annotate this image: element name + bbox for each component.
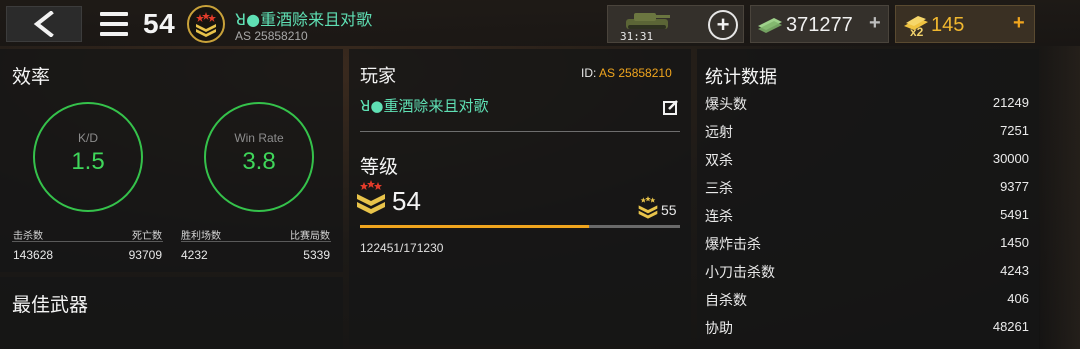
deaths-value: 93709 [128, 248, 162, 262]
matches-value: 5339 [303, 248, 330, 262]
divider [181, 241, 331, 242]
efficiency-title: 效率 [12, 67, 51, 88]
wins-label: 胜利场数 [181, 231, 221, 242]
stat-name: 双杀 [705, 152, 733, 168]
winrate-ring: Win Rate 3.8 [204, 102, 314, 212]
stat-name: 协助 [705, 320, 733, 336]
winrate-value: 3.8 [242, 148, 276, 175]
stat-name: 连杀 [705, 208, 733, 224]
kd-ring: K/D 1.5 [33, 102, 143, 212]
gold-multiplier: x2 [910, 25, 924, 39]
current-level: 54 [392, 186, 421, 216]
plus-circle-icon: + [716, 12, 730, 37]
stat-row: 双杀 30000 [705, 150, 1029, 172]
cash-amount: 371277 [786, 14, 853, 36]
wins-value: 4232 [181, 248, 208, 262]
stat-row: 小刀击杀数 4243 [705, 262, 1029, 284]
xp-text: 122451/171230 [360, 241, 444, 255]
edge-shade [1040, 46, 1080, 349]
stat-row: 三杀 9377 [705, 178, 1029, 200]
player-id: AS 25858210 [235, 29, 308, 43]
rank-icon [357, 180, 385, 214]
stat-value: 21249 [992, 95, 1029, 110]
stat-row: 爆炸击杀 1450 [705, 234, 1029, 256]
best-weapons-title: 最佳武器 [12, 295, 89, 316]
stat-value: 1450 [1000, 235, 1029, 250]
stat-name: 三杀 [705, 180, 733, 196]
cash-currency[interactable]: 371277 + [750, 5, 889, 43]
efficiency-panel: 效率 K/D 1.5 Win Rate 3.8 击杀数 死亡数 143628 9… [0, 49, 343, 272]
kd-value: 1.5 [71, 148, 105, 175]
add-gold-button[interactable]: + [1013, 12, 1025, 35]
gold-amount: 145 [931, 14, 965, 36]
cash-icon [758, 18, 782, 33]
stat-row: 自杀数 406 [705, 290, 1029, 312]
matches-label: 比赛局数 [290, 231, 330, 242]
xp-bar-fill [360, 225, 589, 228]
back-button[interactable] [6, 6, 82, 42]
stat-value: 7251 [1000, 123, 1029, 138]
id-label: ID: [581, 66, 597, 80]
player-id-row: ID: AS 25858210 [581, 66, 672, 80]
player-name-label: ꓤ●重酒赊来且对歌 [360, 97, 489, 115]
player-level: 54 [143, 8, 176, 39]
top-bar: 54 ꓤ●重酒赊来且对歌 AS 25858210 31:31 + 371277 … [0, 0, 1080, 46]
stat-row: 协助 48261 [705, 318, 1029, 340]
vehicle-timer: 31:31 [620, 30, 654, 43]
stat-row: 爆头数 21249 [705, 94, 1029, 116]
hamburger-menu-icon[interactable] [98, 9, 130, 39]
kd-label: K/D [77, 131, 98, 145]
player-name: ꓤ●重酒赊来且对歌 [235, 10, 373, 29]
stat-name: 远射 [705, 124, 733, 140]
divider [12, 241, 163, 242]
statistics-panel: 统计数据 爆头数 21249 远射 7251 双杀 30000 三杀 9377 连杀 5491 爆炸… [697, 49, 1039, 349]
add-vehicle-button[interactable]: + [708, 10, 738, 40]
stat-value: 4243 [1000, 263, 1029, 278]
gold-currency[interactable]: x2 145 + [895, 5, 1035, 43]
winrate-label: Win Rate [234, 131, 284, 145]
deaths-label: 死亡数 [132, 231, 162, 242]
divider [360, 131, 680, 132]
edit-icon[interactable] [663, 99, 679, 115]
best-weapons-panel[interactable]: 最佳武器 [0, 277, 343, 349]
stat-value: 9377 [1000, 179, 1029, 194]
rank-badge-icon[interactable] [187, 5, 225, 43]
tank-icon [626, 13, 670, 29]
stat-name: 爆炸击杀 [705, 236, 761, 252]
next-rank-icon [638, 196, 658, 219]
stat-value: 48261 [992, 319, 1029, 334]
stat-name: 自杀数 [705, 292, 747, 308]
xp-bar-track [360, 225, 680, 228]
player-title: 玩家 [360, 66, 396, 86]
player-panel: 玩家 ID: AS 25858210 ꓤ●重酒赊来且对歌 等级 54 55 12… [349, 49, 691, 345]
stat-name: 小刀击杀数 [705, 264, 775, 280]
back-arrow-icon [33, 11, 54, 37]
kills-label: 击杀数 [13, 231, 43, 242]
stat-value: 5491 [1000, 207, 1029, 222]
next-level: 55 [661, 202, 677, 218]
statistics-title: 统计数据 [705, 67, 777, 87]
stat-value: 406 [1007, 291, 1029, 306]
kills-value: 143628 [13, 248, 54, 262]
stat-value: 30000 [992, 151, 1029, 166]
add-cash-button[interactable]: + [869, 12, 881, 35]
level-title: 等级 [360, 157, 399, 178]
id-value: AS 25858210 [599, 66, 672, 80]
stat-name: 爆头数 [705, 96, 747, 112]
stat-row: 远射 7251 [705, 122, 1029, 144]
stat-row: 连杀 5491 [705, 206, 1029, 228]
